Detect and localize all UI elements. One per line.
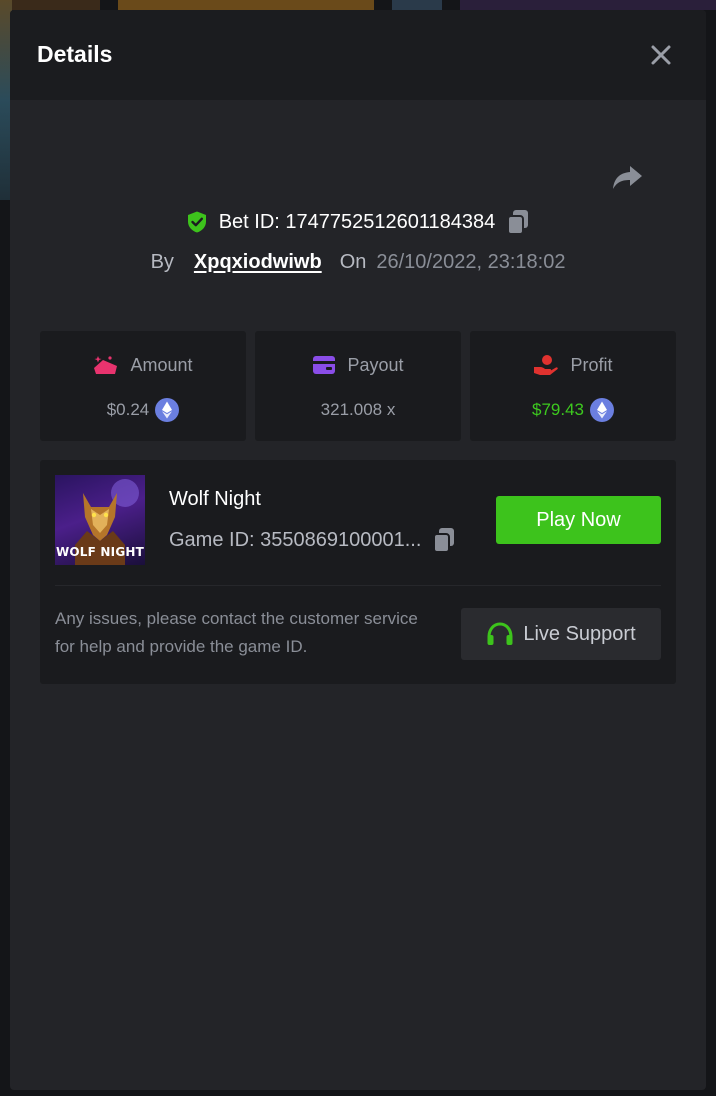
eth-icon — [590, 398, 614, 422]
stat-value: 321.008 x — [320, 400, 396, 419]
modal-header: Details — [10, 10, 706, 100]
bet-id: Bet ID: 1747752512601184384 — [218, 210, 496, 233]
game-name: Wolf Night — [169, 488, 261, 510]
on-label: On — [339, 250, 367, 273]
copy-game-id-button[interactable] — [431, 526, 457, 554]
modal-title: Details — [37, 41, 113, 67]
bet-datetime: 26/10/2022, 23:18:02 — [376, 250, 566, 273]
share-icon — [613, 166, 642, 189]
stat-value: $79.43 — [532, 400, 584, 419]
stat-card-payout: Payout 321.008 x — [255, 331, 461, 441]
share-button[interactable] — [610, 162, 646, 194]
copy-bet-id-button[interactable] — [505, 208, 531, 236]
stat-value: $0.24 — [106, 400, 150, 419]
wallet-icon — [313, 356, 336, 374]
amount-icon — [94, 356, 118, 374]
stat-label: Profit — [570, 354, 613, 375]
copy-icon — [507, 210, 529, 235]
bet-byline: By Xpqxiodwiwb On 26/10/2022, 23:18:02 — [10, 248, 706, 276]
background-game-art — [12, 0, 100, 10]
stat-card-profit: Profit $79.43 — [470, 331, 676, 441]
close-icon — [651, 45, 671, 65]
bet-id-row: Bet ID: 1747752512601184384 — [10, 207, 706, 237]
headset-icon — [487, 622, 513, 645]
background-game-art — [460, 0, 716, 10]
game-card: WOLF NIGHT Wolf Night Game ID: 355086910… — [40, 460, 676, 684]
profit-hand-icon — [534, 355, 559, 375]
close-button[interactable] — [646, 40, 676, 70]
eth-icon — [155, 398, 180, 422]
game-thumbnail-title: WOLF NIGHT — [55, 545, 145, 559]
game-id: Game ID: 3550869100001... — [169, 528, 422, 551]
background-game-art — [118, 0, 374, 10]
stat-card-amount: Amount $0.24 — [40, 331, 246, 441]
game-id-row: Game ID: 3550869100001... — [169, 526, 489, 554]
username-link[interactable]: Xpqxiodwiwb — [194, 251, 322, 274]
verified-shield-icon — [187, 211, 206, 233]
support-help-text: Any issues, please contact the customer … — [55, 609, 418, 656]
play-now-button[interactable]: Play Now — [496, 496, 661, 544]
live-support-label: Live Support — [523, 622, 636, 645]
by-label: By — [150, 250, 174, 273]
stat-label: Amount — [130, 354, 193, 375]
divider — [55, 585, 661, 586]
game-thumbnail[interactable]: WOLF NIGHT — [55, 475, 145, 565]
background-game-art — [392, 0, 442, 10]
live-support-button[interactable]: Live Support — [461, 608, 661, 660]
bet-details-modal: Details Bet ID: 1747752512601184384 By X… — [10, 10, 706, 1090]
stat-label: Payout — [347, 354, 404, 375]
copy-icon — [433, 528, 455, 553]
